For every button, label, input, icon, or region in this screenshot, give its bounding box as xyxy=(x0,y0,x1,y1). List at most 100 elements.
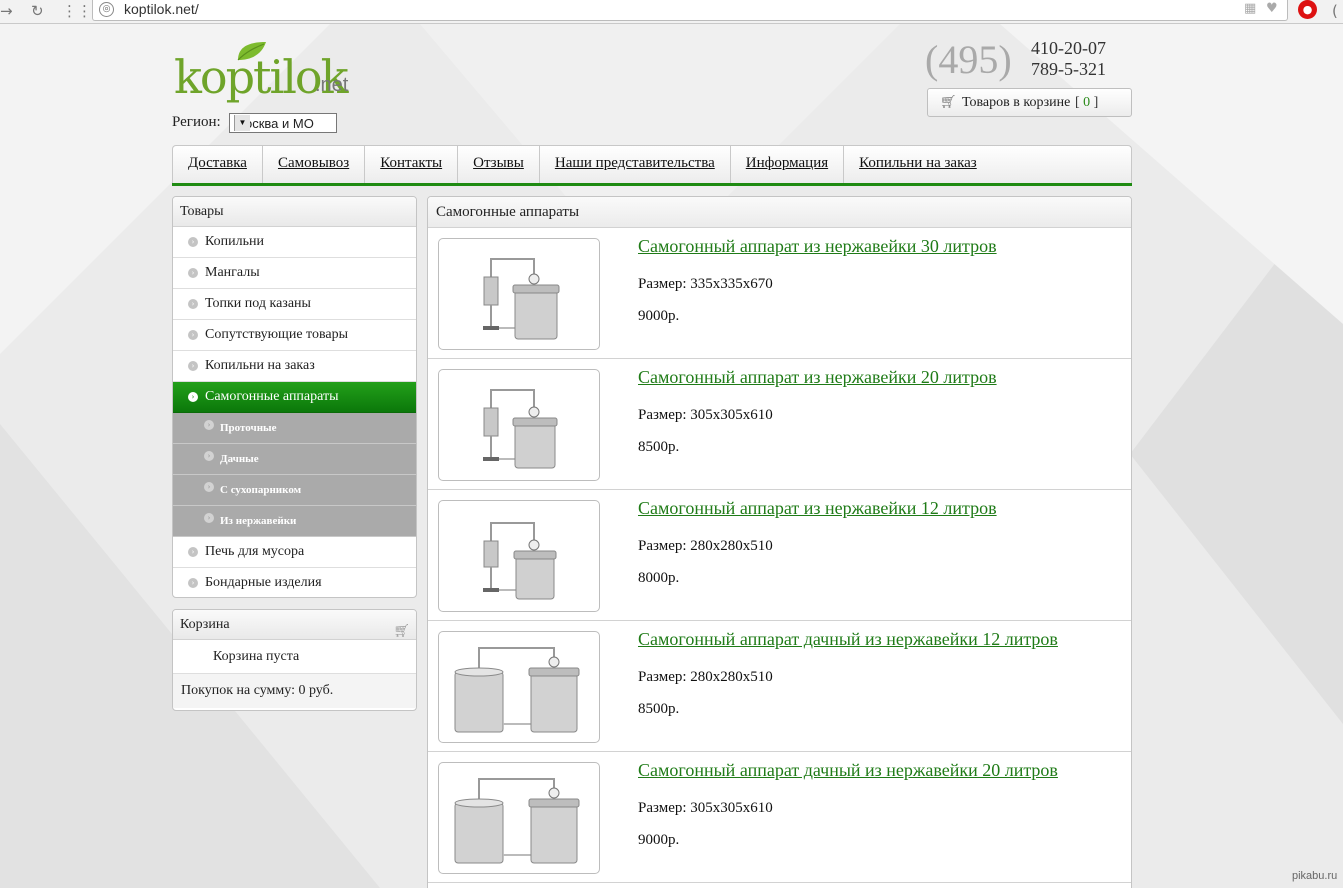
product-size: Размер: 305x305x610 xyxy=(638,800,773,816)
nav-offices[interactable]: Наши представительства xyxy=(540,146,731,184)
cart-icon: 🛒︎ xyxy=(393,624,410,639)
cart-icon: 🛒︎ xyxy=(940,95,957,110)
product-item: Самогонный аппарат из нержавейки 20 литр… xyxy=(428,359,1131,490)
product-price: 8500р. xyxy=(638,439,680,455)
product-image[interactable] xyxy=(438,500,600,612)
sidebar-item-stoves[interactable]: › Топки под казаны xyxy=(173,289,416,320)
chevron-down-icon[interactable]: ▼ xyxy=(234,115,250,131)
address-bar[interactable]: ◎ koptilok.net/ ▦ ♥ xyxy=(92,0,1288,21)
bullet-icon: › xyxy=(204,513,214,523)
cart-count: [ 0 ] xyxy=(1075,95,1099,110)
watermark: pikabu.ru xyxy=(1292,870,1338,882)
sidebar-item-grills[interactable]: › Мангалы xyxy=(173,258,416,289)
phone-number-1: 410-20-07 xyxy=(1031,38,1106,58)
menu-icon[interactable]: ( xyxy=(1332,2,1338,20)
sidebar-item-label: Сопутствующие товары xyxy=(205,327,349,342)
product-title-link[interactable]: Самогонный аппарат из нержавейки 12 литр… xyxy=(638,498,997,519)
product-title-link[interactable]: Самогонный аппарат из нержавейки 20 литр… xyxy=(638,367,997,388)
product-item: Самогонный аппарат дачный из нержавейки … xyxy=(428,752,1131,883)
sidebar-item-accessories[interactable]: › Сопутствующие товары xyxy=(173,320,416,351)
product-title-link[interactable]: Самогонный аппарат дачный из нержавейки … xyxy=(638,760,1058,781)
sidebar-subitem-steamer[interactable]: › С сухопарником xyxy=(173,475,416,506)
sidebar-item-label: Топки под казаны xyxy=(205,296,311,311)
region-label: Регион: xyxy=(172,114,221,130)
bullet-icon: › xyxy=(188,237,198,247)
nav-info[interactable]: Информация xyxy=(731,146,845,184)
cart-box-title-text: Корзина xyxy=(180,617,230,632)
still-image xyxy=(483,389,558,469)
product-size: Размер: 335x335x670 xyxy=(638,276,773,292)
extension-icon[interactable]: ● xyxy=(1298,0,1317,19)
phone-number-2: 789-5-321 xyxy=(1031,59,1106,79)
product-item: Самогонный аппарат из нержавейки 30 литр… xyxy=(428,228,1131,359)
bullet-icon: › xyxy=(188,547,198,557)
apps-icon[interactable]: ⋮⋮ xyxy=(62,2,92,20)
still-image xyxy=(483,522,557,600)
nav-delivery[interactable]: Доставка xyxy=(173,146,263,184)
sidebar-subitem-steel[interactable]: › Из нержавейки xyxy=(173,506,416,537)
product-image[interactable] xyxy=(438,631,600,743)
still-image xyxy=(454,778,580,864)
sidebar-item-label: Бондарные изделия xyxy=(205,575,322,590)
product-title-link[interactable]: Самогонный аппарат из нержавейки 30 литр… xyxy=(638,236,997,257)
sidebar-subitem-label: С сухопарником xyxy=(220,484,302,496)
logo-suffix: .net xyxy=(315,74,349,96)
product-item: Самогонный аппарат из нержавейки 12 литр… xyxy=(428,490,1131,621)
cart-box-title: Корзина 🛒︎ xyxy=(173,610,416,640)
bullet-icon: › xyxy=(188,392,198,402)
sidebar-item-label: Самогонные аппараты xyxy=(205,389,339,404)
main-nav: Доставка Самовывоз Контакты Отзывы Наши … xyxy=(172,145,1132,186)
bullet-icon: › xyxy=(204,451,214,461)
nav-custom-smokers[interactable]: Копильни на заказ xyxy=(844,146,992,184)
grid-icon[interactable]: ▦ xyxy=(1244,1,1256,16)
sidebar-item-stills[interactable]: › Самогонные аппараты xyxy=(173,382,416,413)
product-price: 8000р. xyxy=(638,570,680,586)
bullet-icon: › xyxy=(204,482,214,492)
reload-icon[interactable]: ↻ xyxy=(31,2,44,20)
product-size: Размер: 280x280x510 xyxy=(638,538,773,554)
still-image xyxy=(454,647,580,733)
page-title: Самогонные аппараты xyxy=(428,197,1131,228)
product-image[interactable] xyxy=(438,762,600,874)
product-item: Самогонный аппарат дачный из нержавейки … xyxy=(428,621,1131,752)
cart-empty-text: Корзина пуста xyxy=(173,640,416,674)
bullet-icon: › xyxy=(188,578,198,588)
sidebar-subitem-label: Проточные xyxy=(220,422,277,434)
sidebar-item-trash-stove[interactable]: › Печь для мусора xyxy=(173,537,416,568)
sidebar-subitem-label: Дачные xyxy=(220,453,259,465)
sidebar-subitem-flow[interactable]: › Проточные xyxy=(173,413,416,444)
sidebar-item-smokers[interactable]: › Копильни xyxy=(173,227,416,258)
cart-label: Товаров в корзине xyxy=(962,95,1071,110)
forward-icon[interactable]: → xyxy=(0,2,13,20)
bullet-icon: › xyxy=(188,361,198,371)
bullet-icon: › xyxy=(188,330,198,340)
site-logo[interactable]: koptilok .net xyxy=(174,40,354,106)
sidebar-item-label: Копильни на заказ xyxy=(205,358,315,373)
product-price: 8500р. xyxy=(638,701,680,717)
bullet-icon: › xyxy=(188,268,198,278)
cart-box: Корзина 🛒︎ Корзина пуста Покупок на сумм… xyxy=(172,609,417,711)
sidebar-subitem-country[interactable]: › Дачные xyxy=(173,444,416,475)
product-image[interactable] xyxy=(438,238,600,350)
address-url[interactable]: koptilok.net/ xyxy=(124,1,199,17)
product-price: 9000р. xyxy=(638,308,680,324)
nav-pickup[interactable]: Самовывоз xyxy=(263,146,366,184)
cart-sum-text: Покупок на сумму: 0 руб. xyxy=(173,674,416,708)
cart-button[interactable]: 🛒︎ Товаров в корзине [ 0 ] xyxy=(927,88,1132,117)
nav-reviews[interactable]: Отзывы xyxy=(458,146,540,184)
sidebar-item-label: Копильни xyxy=(205,234,264,249)
sidebar-item-label: Печь для мусора xyxy=(205,544,305,559)
phone-code: (495) xyxy=(925,37,1012,82)
region-select[interactable]: Москва и МО ▼ xyxy=(229,113,337,133)
bullet-icon: › xyxy=(204,420,214,430)
product-title-link[interactable]: Самогонный аппарат дачный из нержавейки … xyxy=(638,629,1058,650)
product-list: Самогонные аппараты Самогонный аппарат и… xyxy=(427,196,1132,888)
sidebar-item-cooperage[interactable]: › Бондарные изделия xyxy=(173,568,416,597)
product-image[interactable] xyxy=(438,369,600,481)
sidebar-item-custom-smokers[interactable]: › Копильни на заказ xyxy=(173,351,416,382)
nav-contacts[interactable]: Контакты xyxy=(365,146,459,184)
browser-toolbar: → ↻ ⋮⋮ ◎ koptilok.net/ ▦ ♥ ● ( xyxy=(0,0,1343,24)
heart-icon[interactable]: ♥ xyxy=(1266,1,1278,16)
category-menu-title: Товары xyxy=(173,197,416,227)
still-image xyxy=(483,258,560,340)
